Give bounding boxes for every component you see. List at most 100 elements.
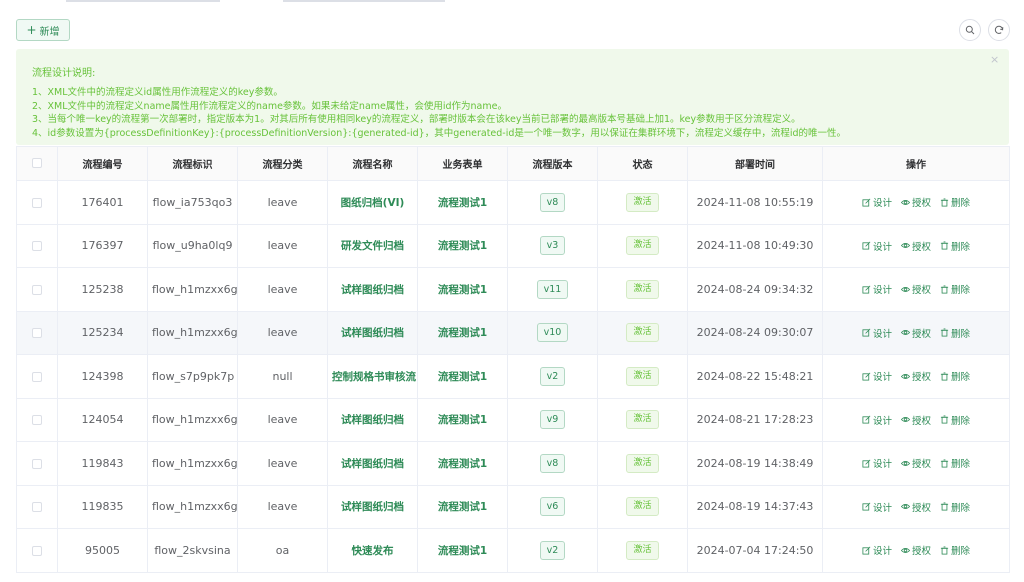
refresh-button[interactable] bbox=[988, 19, 1010, 41]
row-checkbox-cell[interactable] bbox=[16, 441, 58, 486]
row-checkbox[interactable] bbox=[32, 284, 42, 295]
design-button[interactable]: 设计 bbox=[862, 500, 892, 514]
row-checkbox-cell[interactable] bbox=[16, 180, 58, 225]
cell-form: 流程测试1 bbox=[417, 180, 508, 225]
delete-label: 删除 bbox=[951, 372, 971, 384]
design-button[interactable]: 设计 bbox=[862, 413, 892, 427]
search-toggle-button[interactable] bbox=[959, 19, 981, 41]
design-button[interactable]: 设计 bbox=[862, 326, 892, 340]
process-name-link[interactable]: 图纸归档(VI) bbox=[341, 197, 405, 209]
form-link[interactable]: 流程测试1 bbox=[438, 371, 487, 383]
add-button[interactable]: + 新增 bbox=[16, 19, 70, 41]
process-name-link[interactable]: 控制规格书审核流 bbox=[332, 371, 416, 383]
design-label: 设计 bbox=[872, 546, 892, 558]
cell-name: 研发文件归档 bbox=[327, 224, 418, 268]
form-link[interactable]: 流程测试1 bbox=[438, 327, 487, 339]
row-checkbox[interactable] bbox=[32, 241, 42, 252]
design-button[interactable]: 设计 bbox=[862, 195, 892, 209]
grant-button[interactable]: 授权 bbox=[900, 543, 931, 557]
row-checkbox[interactable] bbox=[32, 545, 42, 556]
grant-button[interactable]: 授权 bbox=[900, 369, 931, 383]
process-name-link[interactable]: 试样图纸归档 bbox=[341, 327, 404, 339]
edit-icon bbox=[862, 502, 871, 511]
cell-version: v8 bbox=[507, 180, 598, 225]
cell-category: leave bbox=[237, 224, 328, 268]
design-button[interactable]: 设计 bbox=[862, 282, 892, 296]
cell-name: 试样图纸归档 bbox=[327, 441, 418, 486]
delete-button[interactable]: 删除 bbox=[940, 500, 970, 514]
process-name-link[interactable]: 研发文件归档 bbox=[341, 240, 404, 252]
row-checkbox-cell[interactable] bbox=[16, 354, 58, 399]
delete-button[interactable]: 删除 bbox=[940, 282, 970, 296]
cell-key: flow_h1mzxx6g bbox=[147, 267, 238, 312]
notice-line: 4、id参数设置为{processDefinitionKey}:{process… bbox=[32, 127, 847, 139]
row-checkbox[interactable] bbox=[32, 371, 42, 382]
form-link[interactable]: 流程测试1 bbox=[438, 458, 487, 470]
delete-button[interactable]: 删除 bbox=[940, 326, 970, 340]
select-all-checkbox[interactable] bbox=[32, 158, 42, 168]
row-checkbox[interactable] bbox=[32, 415, 42, 426]
delete-button[interactable]: 删除 bbox=[940, 413, 970, 427]
process-name-link[interactable]: 试样图纸归档 bbox=[341, 284, 404, 296]
delete-button[interactable]: 删除 bbox=[940, 239, 970, 253]
cell-time: 2024-08-21 17:28:23 bbox=[687, 398, 823, 442]
header-form: 业务表单 bbox=[417, 146, 508, 181]
cell-time: 2024-08-24 09:34:32 bbox=[687, 267, 823, 312]
delete-button[interactable]: 删除 bbox=[940, 456, 970, 470]
notice-line: 1、XML文件中的流程定义id属性用作流程定义的key参数。 bbox=[32, 87, 283, 98]
grant-button[interactable]: 授权 bbox=[900, 326, 931, 340]
cell-id: 124054 bbox=[57, 398, 148, 442]
design-button[interactable]: 设计 bbox=[862, 239, 892, 253]
grant-button[interactable]: 授权 bbox=[900, 282, 931, 296]
cell-version: v11 bbox=[507, 267, 598, 312]
row-checkbox-cell[interactable] bbox=[16, 528, 58, 573]
cell-actions: 设计 授权 删除 bbox=[822, 398, 1010, 442]
row-checkbox[interactable] bbox=[32, 502, 42, 513]
form-link[interactable]: 流程测试1 bbox=[438, 545, 487, 557]
select-all-checkbox-cell[interactable] bbox=[16, 146, 58, 181]
row-checkbox[interactable] bbox=[32, 197, 42, 208]
cell-form: 流程测试1 bbox=[417, 267, 508, 312]
design-label: 设计 bbox=[872, 372, 892, 384]
grant-button[interactable]: 授权 bbox=[900, 239, 931, 253]
grant-button[interactable]: 授权 bbox=[900, 413, 931, 427]
status-badge: 激活 bbox=[626, 279, 659, 299]
row-checkbox-cell[interactable] bbox=[16, 311, 58, 355]
row-checkbox[interactable] bbox=[32, 458, 42, 469]
delete-label: 删除 bbox=[951, 546, 971, 558]
version-tag: v8 bbox=[539, 192, 566, 212]
delete-button[interactable]: 删除 bbox=[940, 195, 970, 209]
design-label: 设计 bbox=[872, 459, 892, 471]
form-link[interactable]: 流程测试1 bbox=[438, 197, 487, 209]
grant-button[interactable]: 授权 bbox=[900, 195, 931, 209]
form-link[interactable]: 流程测试1 bbox=[438, 240, 487, 252]
grant-button[interactable]: 授权 bbox=[900, 456, 931, 470]
delete-button[interactable]: 删除 bbox=[940, 369, 970, 383]
cell-status: 激活 bbox=[597, 398, 688, 442]
delete-button[interactable]: 删除 bbox=[940, 543, 970, 557]
row-checkbox-cell[interactable] bbox=[16, 267, 58, 312]
row-checkbox-cell[interactable] bbox=[16, 485, 58, 529]
form-link[interactable]: 流程测试1 bbox=[438, 501, 487, 513]
close-icon[interactable]: × bbox=[990, 53, 999, 66]
process-name-link[interactable]: 试样图纸归档 bbox=[341, 458, 404, 470]
form-link[interactable]: 流程测试1 bbox=[438, 284, 487, 296]
grant-label: 授权 bbox=[911, 328, 931, 340]
row-checkbox[interactable] bbox=[32, 328, 42, 339]
edit-icon bbox=[862, 546, 871, 555]
form-link[interactable]: 流程测试1 bbox=[438, 414, 487, 426]
process-name-link[interactable]: 试样图纸归档 bbox=[341, 414, 404, 426]
design-button[interactable]: 设计 bbox=[862, 543, 892, 557]
status-badge: 激活 bbox=[626, 366, 659, 386]
edit-icon bbox=[862, 415, 871, 424]
trash-icon bbox=[940, 328, 949, 337]
grant-button[interactable]: 授权 bbox=[900, 500, 931, 514]
row-checkbox-cell[interactable] bbox=[16, 224, 58, 268]
design-button[interactable]: 设计 bbox=[862, 369, 892, 383]
process-name-link[interactable]: 试样图纸归档 bbox=[341, 501, 404, 513]
design-button[interactable]: 设计 bbox=[862, 456, 892, 470]
row-checkbox-cell[interactable] bbox=[16, 398, 58, 442]
cell-form: 流程测试1 bbox=[417, 354, 508, 399]
process-name-link[interactable]: 快速发布 bbox=[352, 545, 394, 557]
header-name: 流程名称 bbox=[327, 146, 418, 181]
